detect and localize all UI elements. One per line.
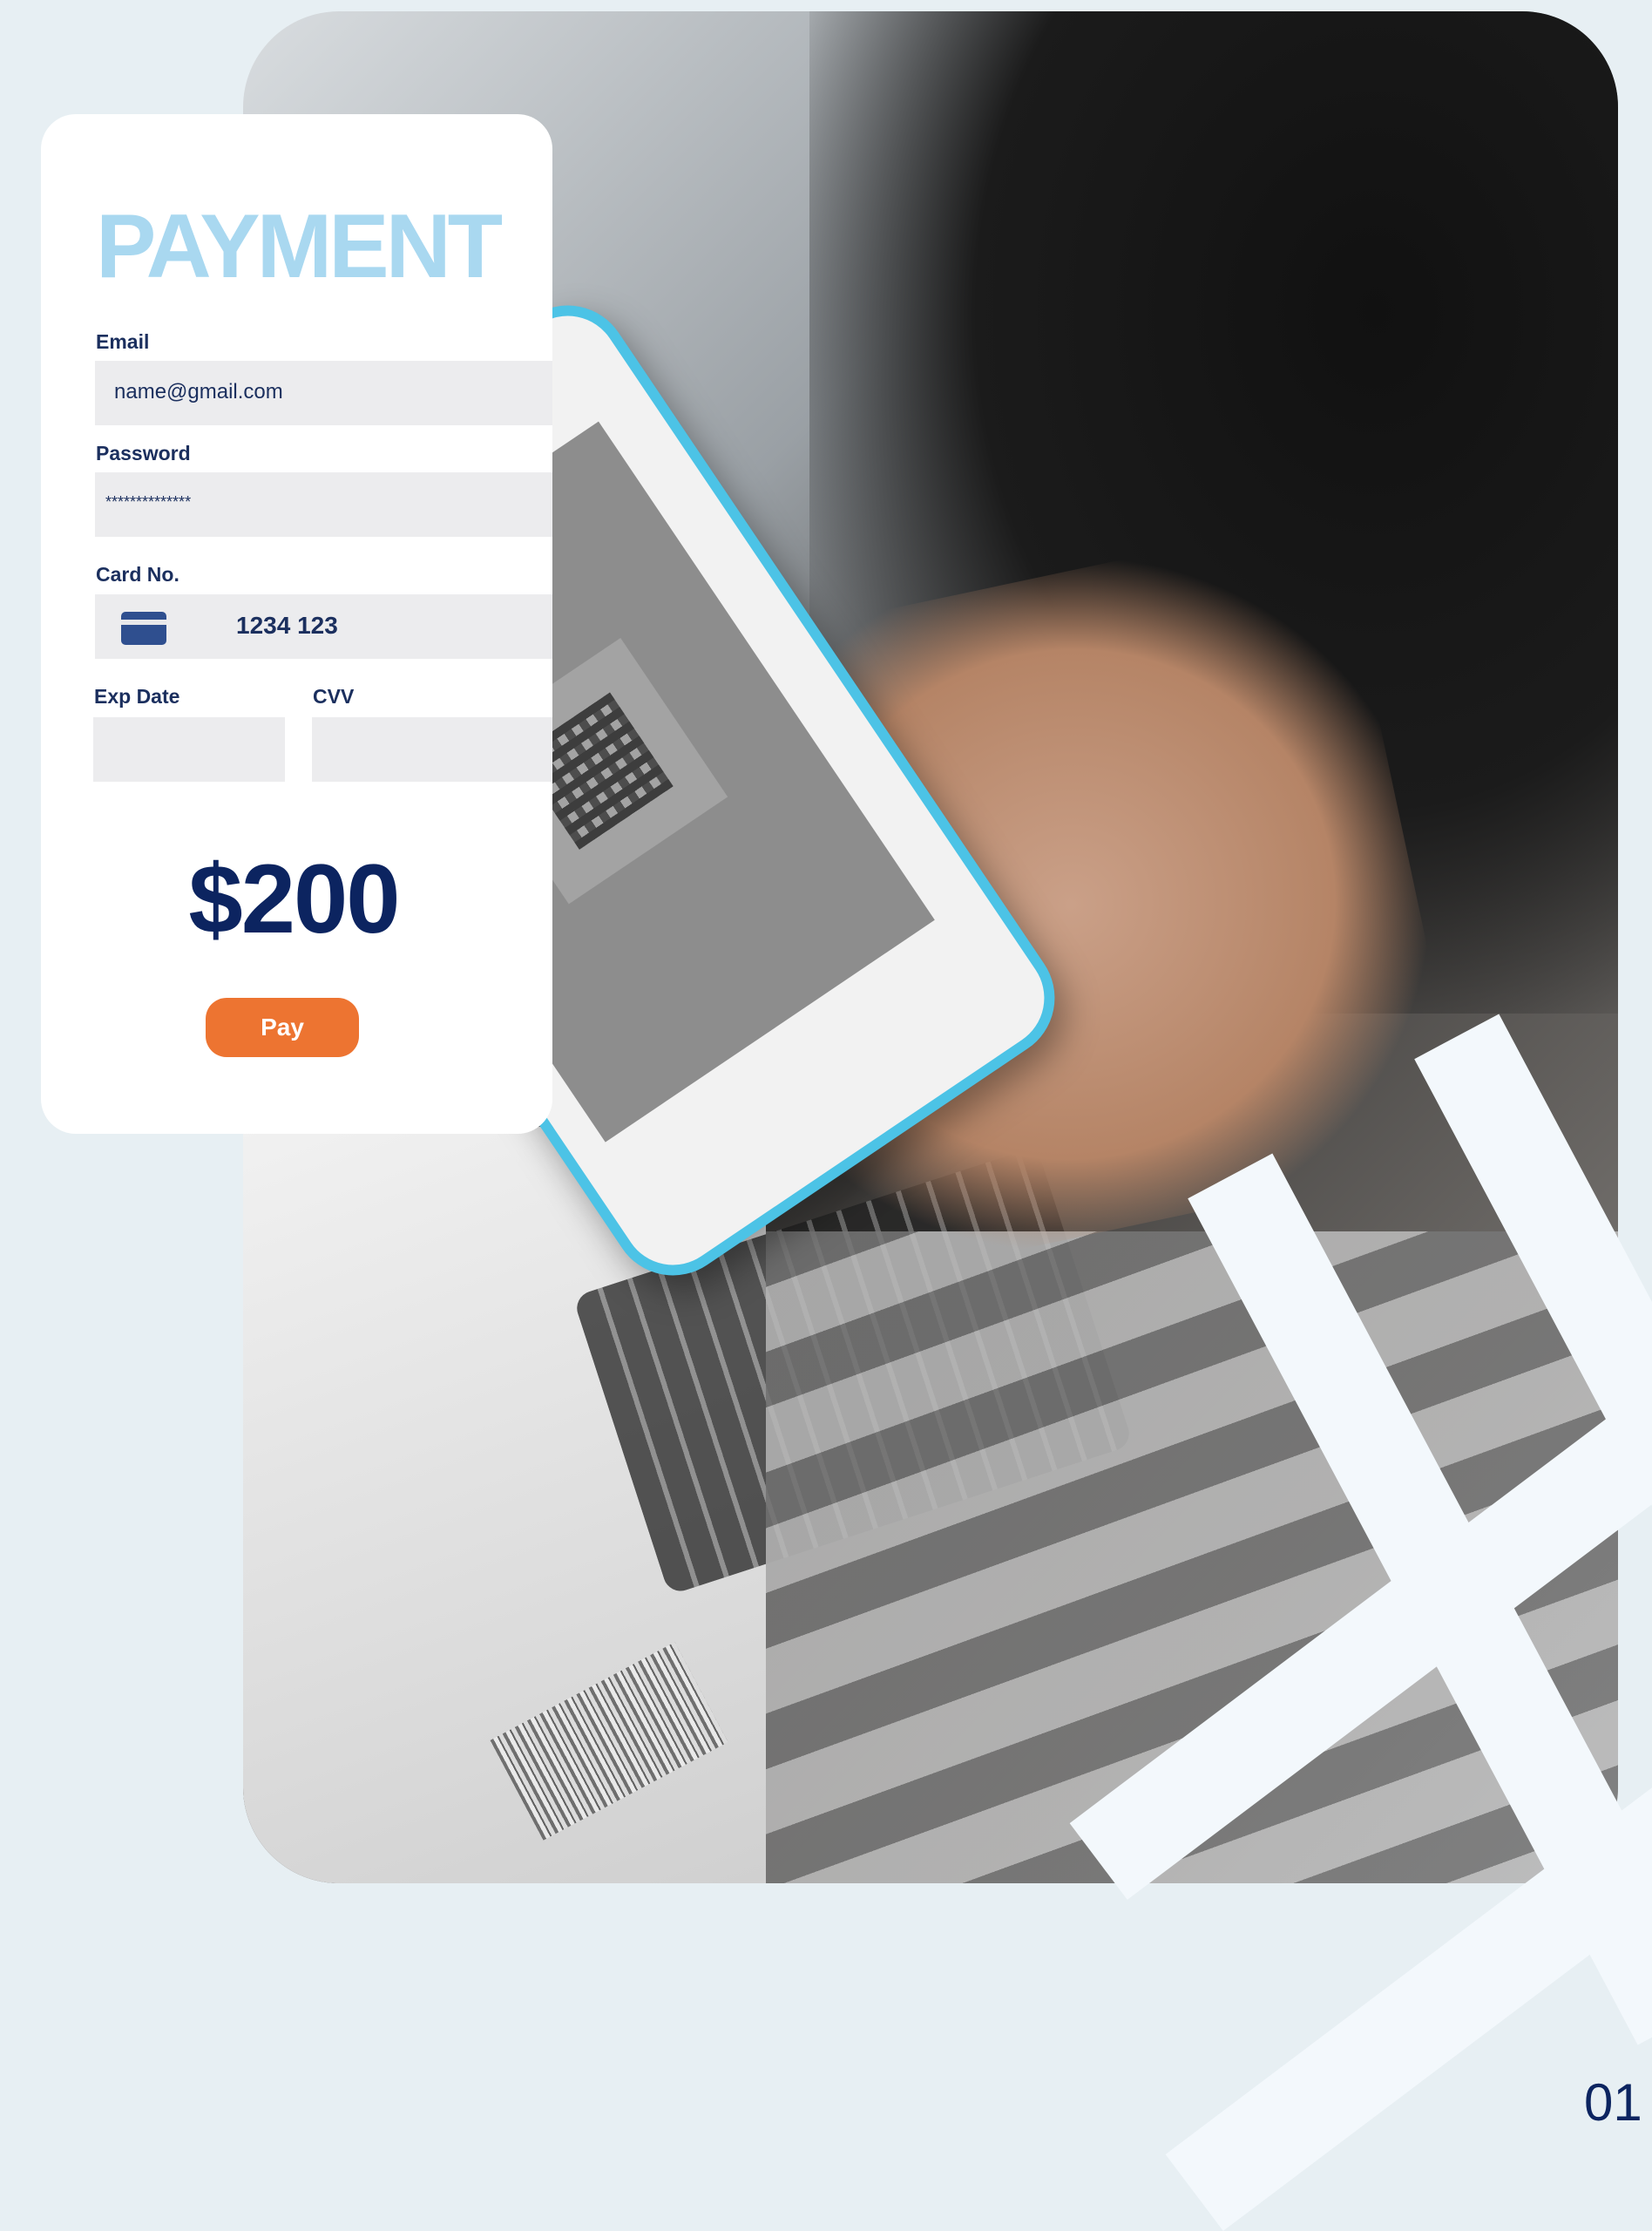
payment-amount: $200 (188, 844, 400, 953)
card-number-value: 1234 123 (236, 612, 338, 639)
email-value: name@gmail.com (114, 380, 283, 403)
cvv-field[interactable] (312, 717, 552, 782)
credit-card-icon (121, 612, 166, 645)
page-number: 01 (1584, 2073, 1642, 2132)
password-label: Password (96, 442, 191, 465)
pay-button[interactable]: Pay (206, 998, 359, 1057)
exp-date-field[interactable] (93, 717, 285, 782)
password-field[interactable]: ************** (95, 472, 552, 537)
password-value: ************** (105, 493, 192, 511)
email-label: Email (96, 330, 150, 353)
email-field[interactable]: name@gmail.com (95, 361, 552, 425)
payment-card: PAYMENT Email name@gmail.com Password **… (41, 114, 552, 1134)
payment-title: PAYMENT (96, 196, 503, 297)
card-number-label: Card No. (96, 563, 179, 586)
card-number-field[interactable]: 1234 123 (95, 594, 552, 659)
cvv-label: CVV (313, 685, 355, 708)
exp-date-label: Exp Date (94, 685, 180, 708)
